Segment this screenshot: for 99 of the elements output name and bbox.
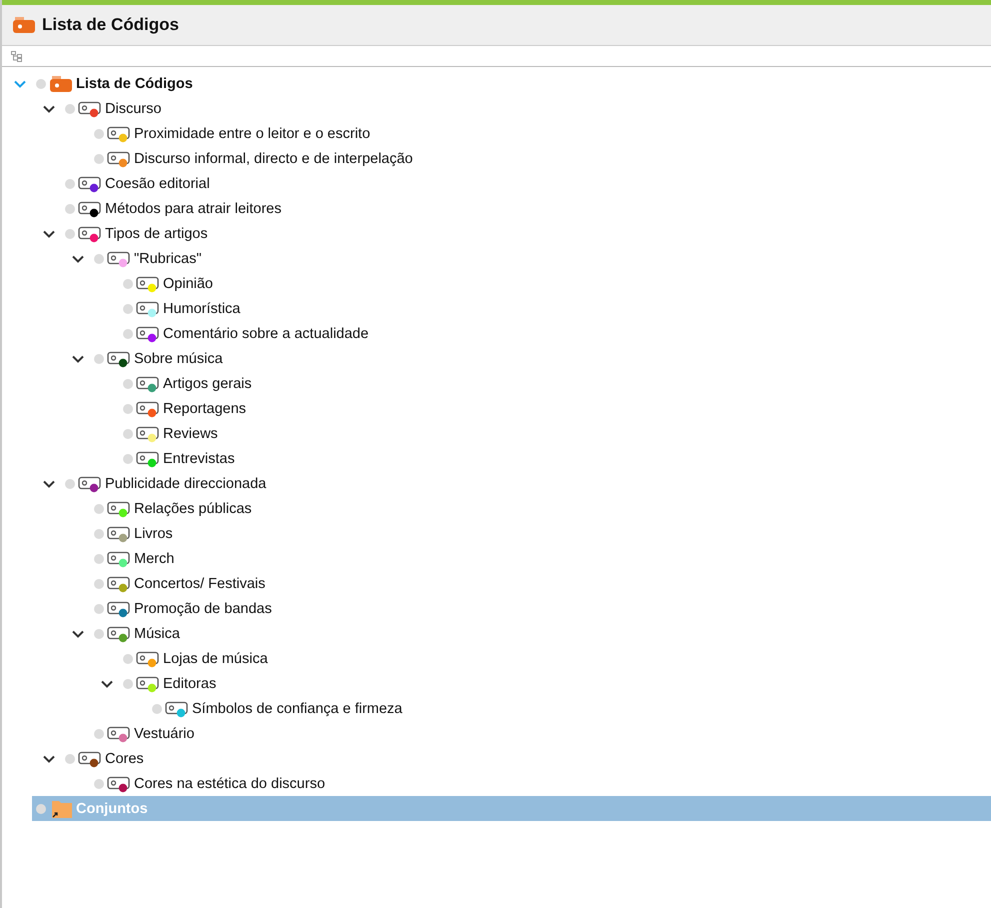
tree-item[interactable]: Métodos para atrair leitores bbox=[61, 196, 282, 221]
tree-item[interactable]: Tipos de artigos bbox=[61, 221, 208, 246]
code-tag-icon bbox=[77, 174, 103, 192]
status-dot-icon bbox=[123, 454, 133, 464]
status-dot-icon bbox=[94, 528, 104, 538]
status-dot-icon bbox=[123, 404, 133, 414]
code-tag-icon bbox=[135, 424, 161, 442]
tree-item[interactable]: Vestuário bbox=[90, 721, 194, 746]
code-tag-icon bbox=[106, 150, 132, 168]
chevron-icon[interactable] bbox=[43, 104, 55, 112]
code-tag-icon bbox=[135, 400, 161, 418]
chevron-icon[interactable] bbox=[43, 480, 55, 488]
status-dot-icon bbox=[123, 328, 133, 338]
code-tag-icon bbox=[77, 200, 103, 218]
status-dot-icon bbox=[94, 354, 104, 364]
status-dot-icon bbox=[65, 204, 75, 214]
tree-item[interactable]: Livros bbox=[90, 521, 173, 546]
chevron-icon[interactable] bbox=[43, 754, 55, 762]
chevron-icon[interactable] bbox=[101, 680, 113, 688]
tree-item[interactable]: Publicidade direccionada bbox=[61, 471, 266, 496]
tree-item[interactable]: Cores na estética do discurso bbox=[90, 771, 326, 796]
status-dot-icon bbox=[123, 304, 133, 314]
code-tag-icon bbox=[77, 224, 103, 242]
code-tag-icon bbox=[135, 274, 161, 292]
status-dot-icon bbox=[94, 128, 104, 138]
code-tag-icon bbox=[106, 124, 132, 142]
tag-icon bbox=[48, 74, 74, 92]
tree-item[interactable]: Proximidade entre o leitor e o escrito bbox=[90, 121, 370, 146]
status-dot-icon bbox=[65, 754, 75, 764]
tree-item[interactable]: Cores bbox=[61, 746, 144, 771]
code-tag-icon bbox=[106, 600, 132, 618]
code-tag-icon bbox=[106, 350, 132, 368]
code-tag-icon bbox=[135, 300, 161, 318]
code-tag-icon bbox=[106, 774, 132, 792]
tree-item[interactable]: Comentário sobre a actualidade bbox=[119, 321, 369, 346]
tree-item[interactable]: Música bbox=[90, 621, 180, 646]
code-tag-icon bbox=[106, 574, 132, 592]
tree-item[interactable]: Sobre música bbox=[90, 346, 223, 371]
status-dot-icon bbox=[123, 428, 133, 438]
code-tag-icon bbox=[77, 750, 103, 768]
code-tag-icon bbox=[106, 500, 132, 518]
status-dot-icon bbox=[65, 178, 75, 188]
code-tag-icon bbox=[135, 450, 161, 468]
code-tag-icon bbox=[106, 250, 132, 268]
status-dot-icon bbox=[65, 228, 75, 238]
code-tag-icon bbox=[77, 100, 103, 118]
tree-item[interactable]: Relações públicas bbox=[90, 496, 252, 521]
code-tag-icon bbox=[106, 724, 132, 742]
code-tag-icon bbox=[135, 374, 161, 392]
status-dot-icon bbox=[123, 654, 133, 664]
chevron-icon[interactable] bbox=[72, 630, 84, 638]
tree-item[interactable]: Humorística bbox=[119, 296, 240, 321]
status-dot-icon bbox=[65, 478, 75, 488]
status-dot-icon bbox=[65, 104, 75, 114]
status-dot-icon bbox=[123, 378, 133, 388]
status-dot-icon bbox=[94, 578, 104, 588]
tree-item[interactable]: "Rubricas" bbox=[90, 246, 202, 271]
tree-item[interactable]: Símbolos de confiança e firmeza bbox=[148, 696, 402, 721]
code-tag-icon bbox=[135, 674, 161, 692]
chevron-icon[interactable] bbox=[72, 254, 84, 262]
status-dot-icon bbox=[94, 728, 104, 738]
status-dot-icon bbox=[94, 154, 104, 164]
code-tag-icon bbox=[106, 550, 132, 568]
tag-icon bbox=[12, 16, 36, 34]
tree-view-icon[interactable] bbox=[11, 50, 22, 62]
status-dot-icon bbox=[123, 678, 133, 688]
status-dot-icon bbox=[123, 278, 133, 288]
status-dot-icon bbox=[152, 704, 162, 714]
status-dot-icon bbox=[36, 804, 46, 814]
tree-item[interactable]: Lista de Códigos bbox=[32, 71, 193, 96]
status-dot-icon bbox=[94, 628, 104, 638]
status-dot-icon bbox=[36, 78, 46, 88]
tree-item[interactable]: Editoras bbox=[119, 671, 216, 696]
tree-item[interactable]: Coesão editorial bbox=[61, 171, 210, 196]
code-tag-icon bbox=[77, 474, 103, 492]
code-tag-icon bbox=[135, 650, 161, 668]
status-dot-icon bbox=[94, 254, 104, 264]
tree-item[interactable]: Merch bbox=[90, 546, 174, 571]
status-dot-icon bbox=[94, 504, 104, 514]
code-tag-icon bbox=[106, 624, 132, 642]
status-dot-icon bbox=[94, 554, 104, 564]
tree-item[interactable]: Opinião bbox=[119, 271, 213, 296]
window-title: Lista de Códigos bbox=[42, 15, 179, 35]
tree-item[interactable]: Discurso bbox=[61, 96, 162, 121]
status-dot-icon bbox=[94, 604, 104, 614]
tree-item[interactable]: Reportagens bbox=[119, 396, 246, 421]
chevron-icon[interactable] bbox=[72, 354, 84, 362]
chevron-icon[interactable] bbox=[43, 230, 55, 238]
tree-item[interactable]: Promoção de bandas bbox=[90, 596, 272, 621]
tree-item[interactable]: Entrevistas bbox=[119, 446, 235, 471]
code-tag-icon bbox=[106, 524, 132, 542]
tree-item[interactable]: Artigos gerais bbox=[119, 371, 252, 396]
tree-item[interactable]: Discurso informal, directo e de interpelação bbox=[90, 146, 413, 171]
code-tag-icon bbox=[164, 700, 190, 718]
tree-item[interactable]: Reviews bbox=[119, 421, 218, 446]
code-tag-icon bbox=[135, 324, 161, 342]
status-dot-icon bbox=[94, 778, 104, 788]
tree-item[interactable]: Lojas de música bbox=[119, 646, 268, 671]
tree-item[interactable]: Concertos/ Festivais bbox=[90, 571, 266, 596]
